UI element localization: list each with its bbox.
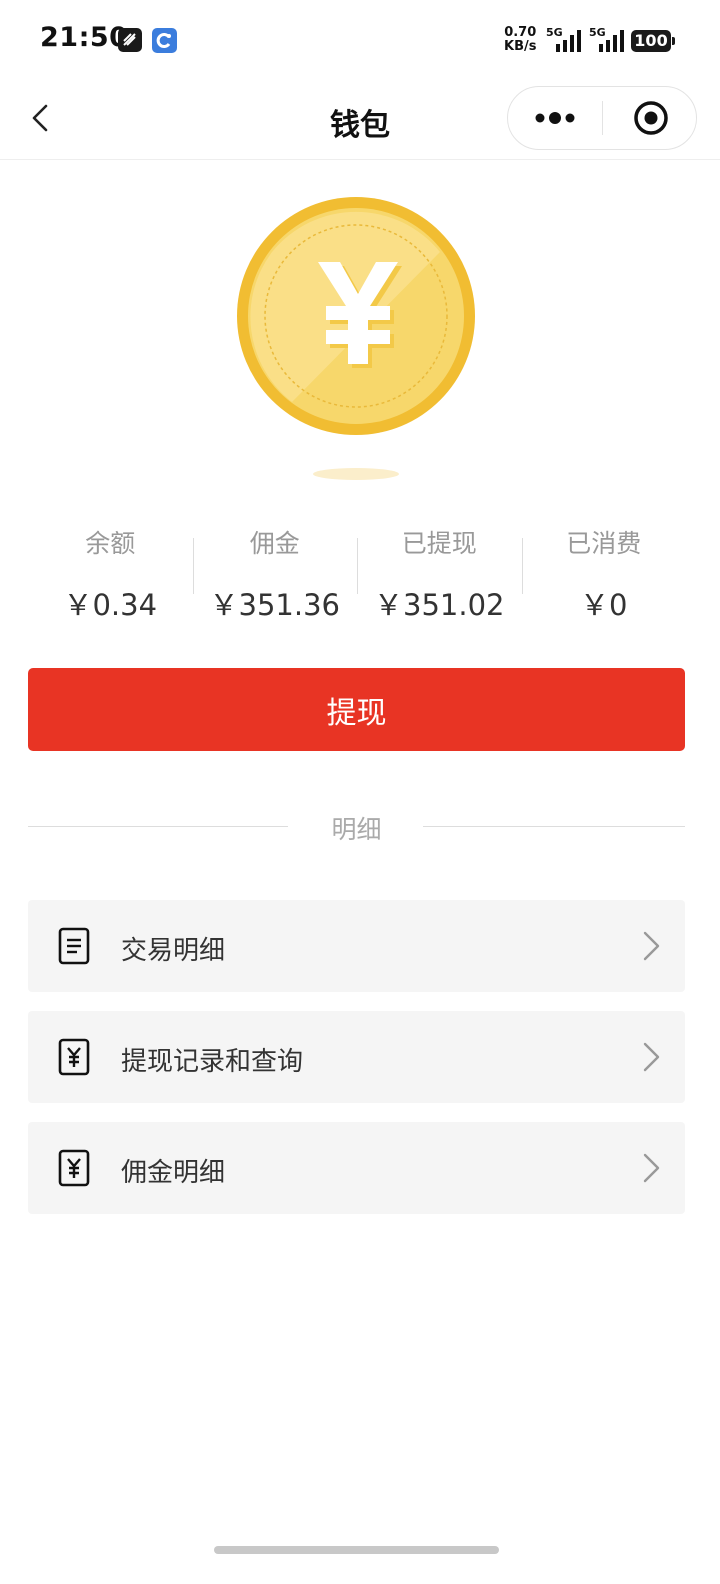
withdraw-button[interactable]: 提现 (28, 668, 685, 751)
stat-label: 已消费 (566, 529, 642, 558)
stat-label: 佣金 (249, 529, 300, 558)
network-speed: 0.70 KB/s (504, 26, 536, 54)
close-miniprogram-button[interactable] (603, 87, 697, 149)
nav-bar: 钱包 (0, 80, 720, 160)
signal-sim1-icon: 5G (546, 26, 584, 54)
target-close-icon (634, 101, 668, 135)
stat-withdrawn: 已提现 ￥351.02 (357, 520, 522, 622)
stat-value: ￥351.02 (374, 588, 505, 622)
home-indicator[interactable] (214, 1546, 499, 1554)
battery-icon: 100 (631, 30, 675, 52)
details-menu-list: 交易明细 提现记录和查询 佣金明细 (28, 900, 685, 1233)
chevron-right-icon (643, 1153, 660, 1183)
menu-item-label: 佣金明细 (121, 1158, 226, 1188)
chevron-right-icon (643, 1042, 660, 1072)
menu-item-transaction-details[interactable]: 交易明细 (28, 900, 685, 992)
stat-value: ￥0.34 (63, 588, 158, 622)
app-notification-icon-2 (152, 28, 177, 53)
status-time: 21:50 (40, 22, 129, 53)
network-speed-value: 0.70 (504, 25, 537, 40)
section-title: 明细 (331, 815, 382, 844)
menu-item-label: 交易明细 (121, 936, 226, 966)
menu-item-commission-details[interactable]: 佣金明细 (28, 1122, 685, 1214)
yuan-receipt-icon (58, 1149, 90, 1187)
wallet-stats: 余额 ￥0.34 佣金 ￥351.36 已提现 ￥351.02 已消费 ￥0 (28, 520, 687, 622)
stat-label: 余额 (85, 529, 136, 558)
stat-consumed: 已消费 ￥0 (521, 520, 687, 622)
network-speed-unit: KB/s (504, 39, 537, 54)
chevron-right-icon (643, 931, 660, 961)
status-bar: 21:50 0.70 KB/s 5G 5G 100 (0, 0, 720, 80)
document-icon (58, 927, 90, 965)
more-dots-icon (535, 112, 575, 124)
stat-value: ￥0 (580, 588, 628, 622)
coin-illustration (232, 192, 482, 492)
yuan-receipt-icon (58, 1038, 90, 1076)
signal-sim2-icon: 5G (589, 26, 627, 54)
stat-value: ￥351.36 (209, 588, 340, 622)
stat-commission: 佣金 ￥351.36 (192, 520, 358, 622)
app-notification-icon (118, 28, 142, 52)
yuan-coin-icon (237, 197, 475, 480)
divider-line (423, 826, 685, 827)
menu-item-withdraw-records[interactable]: 提现记录和查询 (28, 1011, 685, 1103)
stat-label: 已提现 (401, 529, 477, 558)
stat-balance: 余额 ￥0.34 (28, 520, 193, 622)
more-button[interactable] (508, 87, 602, 149)
wallet-page: 21:50 0.70 KB/s 5G 5G 100 钱包 余额 ￥0.34 佣金… (0, 0, 720, 1584)
details-section-divider: 明细 (28, 808, 685, 844)
menu-item-label: 提现记录和查询 (121, 1047, 304, 1077)
miniprogram-capsule (507, 86, 697, 150)
